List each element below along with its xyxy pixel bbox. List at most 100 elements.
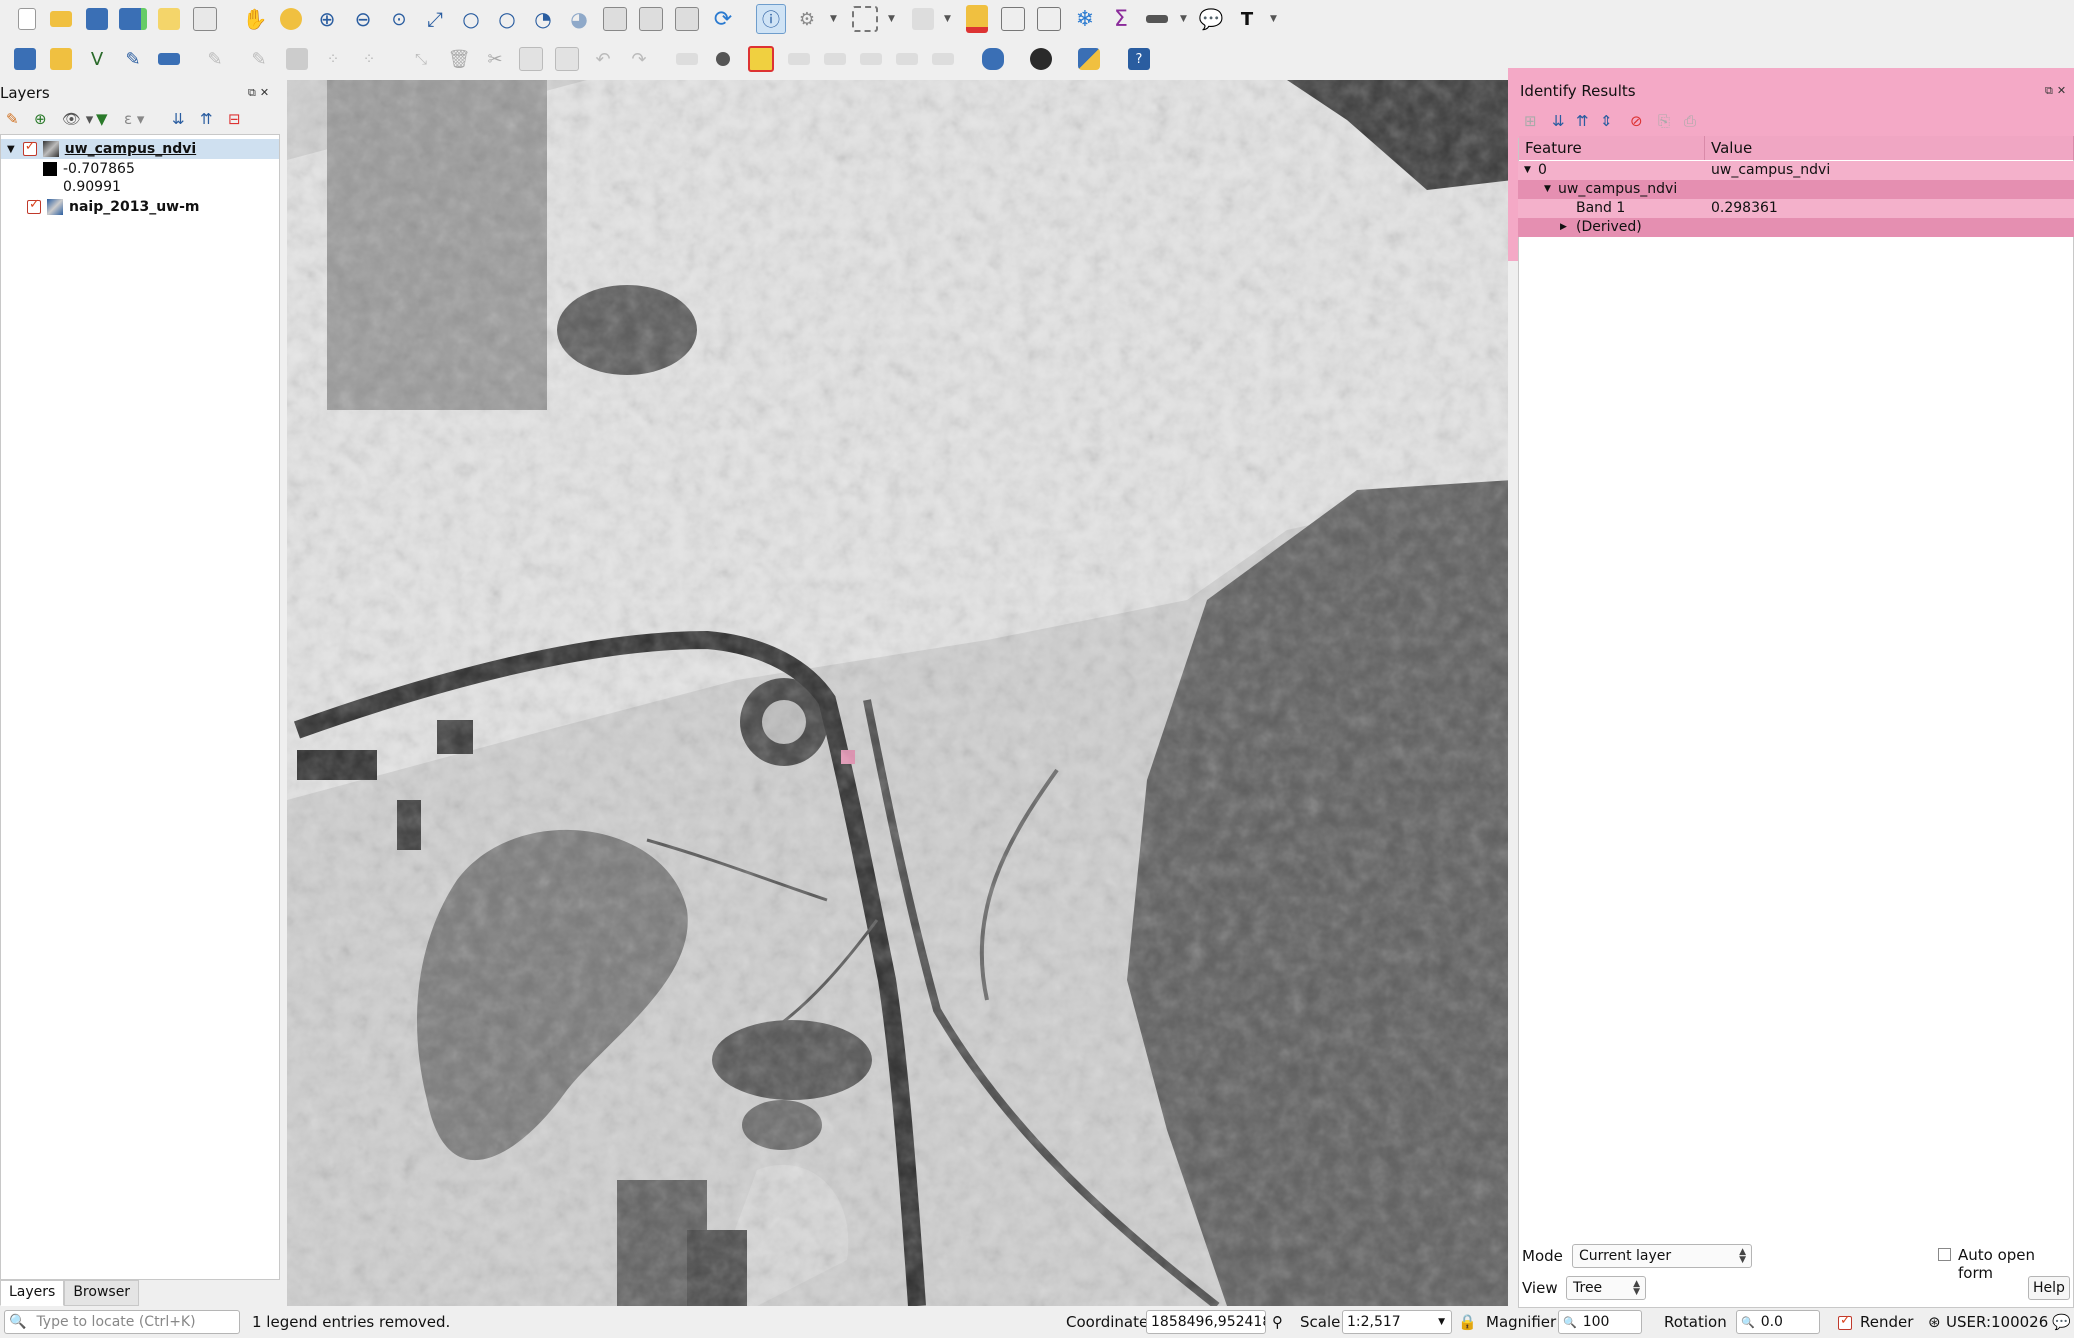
result-row[interactable]: Band 1 0.298361 — [1518, 199, 2074, 218]
text-annotation-icon[interactable]: T — [1232, 4, 1262, 34]
layout-manager-icon[interactable] — [190, 4, 220, 34]
locator-search-input[interactable]: 🔍 Type to locate (Ctrl+K) — [4, 1310, 240, 1334]
expand-all-icon[interactable]: ⇊ — [172, 110, 185, 128]
column-header-value[interactable]: Value — [1705, 136, 2074, 160]
field-calculator-icon[interactable] — [1034, 4, 1064, 34]
zoom-out-icon[interactable]: ⊖ — [348, 4, 378, 34]
scale-select[interactable]: 1:2,517 ▼ — [1342, 1310, 1452, 1334]
save-project-icon[interactable] — [82, 4, 112, 34]
collapse-all-icon[interactable]: ⇈ — [200, 110, 213, 128]
save-edits-icon[interactable] — [282, 44, 312, 74]
zoom-native-icon[interactable]: ⊙ — [384, 4, 414, 34]
copy-features-icon[interactable] — [516, 44, 546, 74]
add-vector-layer-icon[interactable] — [10, 44, 40, 74]
crs-label[interactable]: USER:100026 — [1946, 1313, 2048, 1331]
new-print-layout-icon[interactable] — [154, 4, 184, 34]
cut-features-icon[interactable]: ✂ — [480, 44, 510, 74]
python-console-icon[interactable] — [1074, 44, 1104, 74]
globe-plugin-icon[interactable] — [1026, 44, 1056, 74]
layer-naip-2013[interactable]: naip_2013_uw-m — [1, 197, 200, 217]
layer-uw-campus-ndvi[interactable]: ▼ uw_campus_ndvi — [1, 139, 279, 159]
filter-icon[interactable]: ▼ — [96, 110, 108, 128]
redo-icon[interactable]: ↷ — [624, 44, 654, 74]
expand-arrow-icon[interactable]: ▶ — [1560, 222, 1567, 232]
vertex-tool-icon[interactable]: ⁘ — [354, 44, 384, 74]
current-edits-icon[interactable]: ✎ — [200, 44, 230, 74]
open-project-icon[interactable] — [46, 4, 76, 34]
new-bookmark-icon[interactable] — [600, 4, 630, 34]
deselect-icon[interactable] — [908, 4, 938, 34]
messages-icon[interactable]: 💬 — [2052, 1313, 2071, 1331]
zoom-full-icon[interactable]: ⤢ — [420, 4, 450, 34]
show-bookmarks-icon[interactable] — [636, 4, 666, 34]
refresh-icon[interactable]: ⟳ — [708, 4, 738, 34]
magnifier-field[interactable]: 🔍 100 — [1558, 1310, 1642, 1334]
map-canvas[interactable] — [287, 80, 1513, 1306]
layers-panel-dock-buttons[interactable]: ⧉✕ — [248, 86, 273, 100]
show-hide-labels-icon[interactable] — [892, 44, 922, 74]
coordinate-field[interactable]: 1858496,952418 — [1146, 1310, 1266, 1334]
crs-globe-icon[interactable]: ⊛ — [1928, 1313, 1941, 1331]
toggle-extents-icon[interactable]: ⚲ — [1272, 1313, 1283, 1331]
expand-tree-icon[interactable]: ⊞ — [1524, 112, 1537, 130]
delete-selected-icon[interactable]: 🗑 — [444, 44, 474, 74]
clear-results-icon[interactable]: ⊘ — [1630, 112, 1643, 130]
action-icon[interactable]: ⚙ — [792, 4, 822, 34]
highlight-labels-icon[interactable] — [746, 44, 776, 74]
zoom-next-icon[interactable]: ◕ — [564, 4, 594, 34]
statistics-icon[interactable]: ❄ — [1070, 4, 1100, 34]
add-postgis-icon[interactable]: ✎ — [118, 44, 148, 74]
column-header-feature[interactable]: Feature — [1519, 136, 1705, 160]
auto-open-form-checkbox[interactable] — [1938, 1248, 1951, 1261]
node-tool-icon[interactable]: ⤡ — [406, 44, 436, 74]
map-tips-icon[interactable]: 💬 — [1196, 4, 1226, 34]
add-raster-layer-icon[interactable] — [46, 44, 76, 74]
zoom-in-icon[interactable]: ⊕ — [312, 4, 342, 34]
diagram-tool-icon[interactable] — [928, 44, 958, 74]
zoom-to-selection-icon[interactable]: ○ — [456, 4, 486, 34]
layer-visibility-checkbox[interactable] — [27, 197, 41, 214]
measure-icon[interactable] — [1142, 4, 1172, 34]
result-row[interactable]: ▶ (Derived) — [1518, 218, 2074, 237]
collapse-all-icon[interactable]: ⇈ — [1576, 112, 1589, 130]
select-features-icon[interactable] — [850, 4, 880, 34]
layer-visibility-checkbox[interactable] — [22, 139, 37, 156]
attribute-table-icon[interactable] — [998, 4, 1028, 34]
identify-panel-dock-buttons[interactable]: ⧉✕ — [2045, 84, 2070, 98]
pan-icon[interactable]: ✋ — [240, 4, 270, 34]
identify-icon[interactable]: ⓘ — [756, 4, 786, 34]
copy-feature-icon[interactable]: ⎘ — [1658, 112, 1670, 130]
undo-icon[interactable]: ↶ — [588, 44, 618, 74]
add-delimited-text-icon[interactable]: V — [82, 44, 112, 74]
expand-all-icon[interactable]: ⇊ — [1552, 112, 1565, 130]
paste-features-icon[interactable] — [552, 44, 582, 74]
save-as-icon[interactable] — [118, 4, 148, 34]
visibility-icon[interactable]: 👁 ▾ — [62, 110, 93, 128]
help-icon[interactable]: ? — [1124, 44, 1154, 74]
tab-layers[interactable]: Layers — [0, 1280, 65, 1306]
add-group-icon[interactable]: ⊕ — [34, 110, 47, 128]
filter-by-expression-icon[interactable]: ε ▾ — [124, 110, 144, 128]
add-feature-icon[interactable]: ⁘ — [318, 44, 348, 74]
add-wms-icon[interactable] — [154, 44, 184, 74]
style-manager-icon[interactable]: ✎ — [6, 110, 19, 128]
move-label-icon[interactable] — [784, 44, 814, 74]
new-project-icon[interactable] — [12, 4, 42, 34]
label-tool-icon[interactable] — [672, 44, 702, 74]
render-checkbox[interactable] — [1838, 1313, 1852, 1330]
tab-browser[interactable]: Browser — [64, 1280, 140, 1306]
pin-labels-icon[interactable] — [708, 44, 738, 74]
remove-layer-icon[interactable]: ⊟ — [228, 110, 241, 128]
rotate-label-icon[interactable] — [820, 44, 850, 74]
collapse-arrow-icon[interactable]: ▼ — [7, 144, 15, 155]
help-button[interactable]: Help — [2028, 1276, 2070, 1300]
print-results-icon[interactable]: ⎙ — [1684, 112, 1696, 130]
deselect-all-icon[interactable] — [962, 4, 992, 34]
toggle-editing-icon[interactable]: ✎ — [244, 44, 274, 74]
change-label-icon[interactable] — [856, 44, 886, 74]
lock-scale-icon[interactable]: 🔒 — [1458, 1313, 1477, 1331]
db-manager-icon[interactable] — [978, 44, 1008, 74]
view-select[interactable]: Tree ▲ ▼ — [1566, 1276, 1646, 1300]
pan-to-selection-icon[interactable] — [276, 4, 306, 34]
new-map-view-icon[interactable] — [672, 4, 702, 34]
